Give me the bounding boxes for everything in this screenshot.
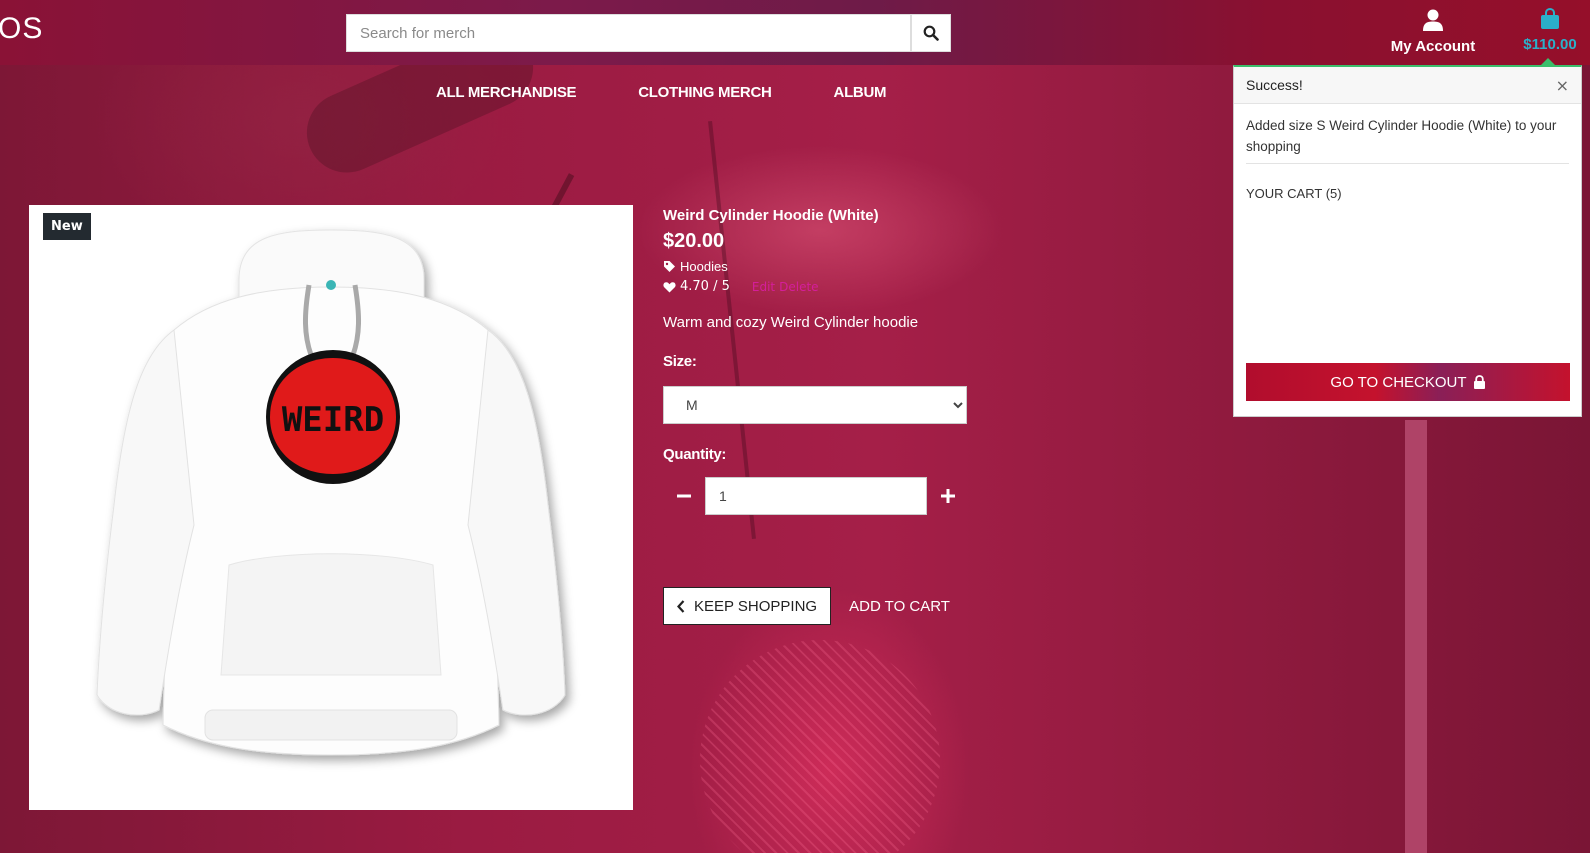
plus-icon xyxy=(941,489,955,503)
user-icon xyxy=(1423,9,1443,31)
minus-icon xyxy=(677,494,691,498)
site-header: OS My Account $110.00 xyxy=(0,0,1590,65)
quantity-input[interactable] xyxy=(705,477,927,515)
cart-total: $110.00 xyxy=(1523,36,1577,53)
go-to-checkout-button[interactable]: GO TO CHECKOUT xyxy=(1246,363,1570,401)
popover-header: Success! × xyxy=(1234,67,1581,104)
search-icon xyxy=(923,25,939,41)
size-select[interactable]: M xyxy=(663,386,967,424)
background-light-stripe xyxy=(1405,420,1427,853)
decrease-quantity-button[interactable] xyxy=(663,477,705,515)
my-account-label: My Account xyxy=(1390,38,1476,55)
search-bar xyxy=(346,14,951,52)
keep-shopping-button[interactable]: KEEP SHOPPING xyxy=(663,587,832,625)
product-actions: KEEP SHOPPING ADD TO CART xyxy=(663,587,1083,625)
add-to-cart-button[interactable]: ADD TO CART xyxy=(849,598,950,615)
popover-caret xyxy=(1541,58,1555,65)
product-image: New WEIRD xyxy=(29,205,633,810)
popover-title: Success! xyxy=(1246,77,1303,93)
product-title: Weird Cylinder Hoodie (White) xyxy=(663,207,879,224)
background-mic-grille xyxy=(700,640,940,853)
nav-item-clothing-merch[interactable]: CLOTHING MERCH xyxy=(638,84,772,101)
hoodie-illustration: WEIRD xyxy=(96,229,566,756)
nav-item-all-merchandise[interactable]: ALL MERCHANDISE xyxy=(436,84,577,101)
heart-icon xyxy=(663,281,676,292)
chevron-left-icon xyxy=(677,599,685,613)
product-details: Weird Cylinder Hoodie (White) $20.00 Hoo… xyxy=(663,207,1083,625)
edit-link[interactable]: Edit xyxy=(752,280,775,294)
size-label: Size: xyxy=(663,353,697,370)
delete-link[interactable]: Delete xyxy=(779,280,818,294)
rating-value: 4.70 / 5 xyxy=(680,279,730,294)
product-price: $20.00 xyxy=(663,230,725,252)
tag-icon xyxy=(664,261,675,272)
keep-shopping-label: KEEP SHOPPING xyxy=(694,597,818,615)
cart-popover: Success! × Added size S Weird Cylinder H… xyxy=(1233,65,1582,417)
quantity-stepper xyxy=(663,477,1083,515)
increase-quantity-button[interactable] xyxy=(927,477,969,515)
close-icon[interactable]: × xyxy=(1556,76,1569,95)
product-category[interactable]: Hoodies xyxy=(663,259,1083,274)
search-button[interactable] xyxy=(911,14,951,52)
cart-link[interactable]: $110.00 xyxy=(1510,7,1590,53)
lock-icon xyxy=(1473,375,1485,389)
admin-links: Edit Delete xyxy=(752,280,819,294)
hoodie-logo-text: WEIRD xyxy=(282,400,384,440)
category-label: Hoodies xyxy=(680,259,728,274)
popover-message: Added size S Weird Cylinder Hoodie (Whit… xyxy=(1246,115,1569,164)
product-description: Warm and cozy Weird Cylinder hoodie xyxy=(663,314,919,331)
product-rating: 4.70 / 5 Edit Delete xyxy=(663,279,1083,294)
main-nav: ALL MERCHANDISE CLOTHING MERCH ALBUM xyxy=(436,84,886,101)
nav-item-album[interactable]: ALBUM xyxy=(834,84,887,101)
cart-summary: YOUR CART (5) xyxy=(1246,186,1342,201)
my-account-link[interactable]: My Account xyxy=(1383,8,1483,55)
shopping-bag-icon xyxy=(1541,7,1559,29)
checkout-label: GO TO CHECKOUT xyxy=(1330,373,1467,391)
quantity-label: Quantity: xyxy=(663,446,727,463)
search-input[interactable] xyxy=(346,14,911,52)
new-badge: New xyxy=(43,213,91,240)
site-logo[interactable]: OS xyxy=(0,12,43,46)
